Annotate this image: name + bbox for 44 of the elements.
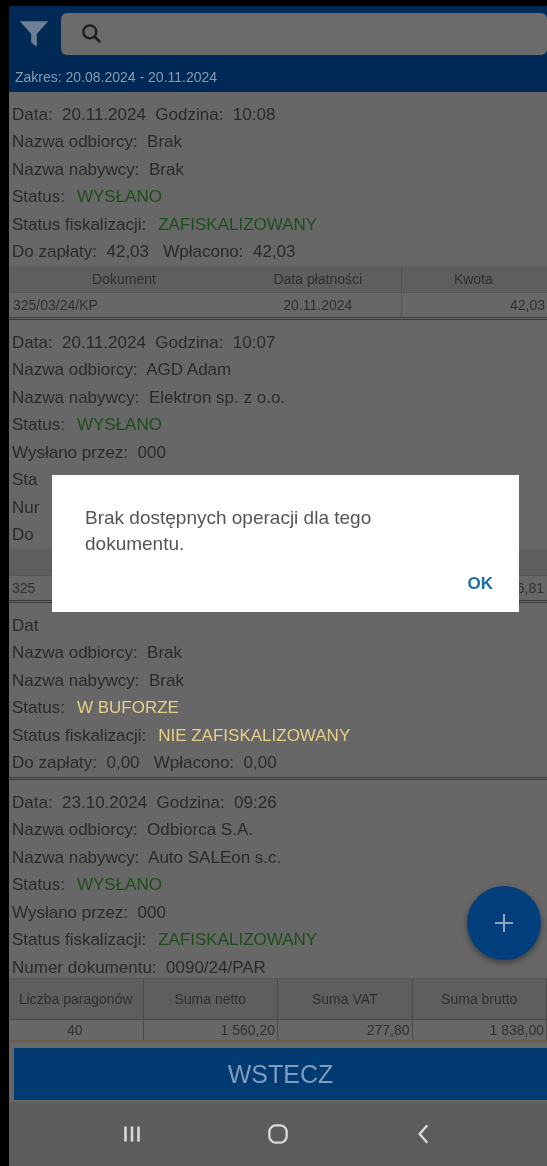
field-label: Nazwa odbiorcy: Brak — [12, 643, 183, 664]
field-label: Wysłano przez: 000 — [12, 902, 166, 923]
field-label: Data: 23.10.2024 Godzina: 09:26 — [12, 792, 277, 813]
field-label: Nazwa nabywcy: Brak — [12, 670, 184, 691]
field-label: Nazwa nabywcy: Auto SALEon s.c. — [12, 847, 282, 868]
home-icon[interactable] — [265, 1121, 291, 1147]
field-label: Status fiskalizacji: — [12, 930, 147, 951]
field-label: Status: — [12, 415, 65, 436]
search-field[interactable] — [61, 13, 547, 55]
back-button[interactable]: WSTECZ — [14, 1048, 547, 1100]
field-label: Nur — [12, 497, 40, 518]
field-label: Nazwa nabywcy: Brak — [12, 159, 184, 180]
date-range-text: Zakres: 20.08.2024 - 20.11.2024 — [15, 69, 218, 85]
field-label: Nazwa odbiorcy: Brak — [12, 132, 183, 153]
field-label: Do zapłaty: 42,03 Wpłacono: 42,03 — [12, 242, 296, 263]
table-cell: 1 560,20 — [143, 1019, 278, 1040]
add-button[interactable] — [467, 886, 541, 960]
status-value: NIE ZAFISKALIZOWANY — [158, 725, 351, 746]
field-label: Status: — [12, 187, 65, 208]
field-label: Dat — [12, 615, 39, 636]
status-value: WYSŁANO — [76, 875, 162, 896]
status-value: ZAFISKALIZOWANY — [158, 930, 318, 951]
field-label: Nazwa nabywcy: Elektron sp. z o.o. — [12, 387, 286, 408]
status-value: ZAFISKALIZOWANY — [158, 214, 318, 235]
field-label: Wysłano przez: 000 — [12, 442, 166, 463]
field-label: Data: 20.11.2024 Godzina: 10:07 — [12, 332, 276, 353]
field-label: Nazwa odbiorcy: AGD Adam — [12, 360, 232, 381]
field-label: Data: 20.11.2024 Godzina: 10:08 — [12, 104, 276, 125]
status-value: W BUFORZE — [76, 698, 179, 719]
field-label: Nazwa odbiorcy: Odbiorca S.A. — [12, 820, 253, 841]
dialog-message: Brak dostępnych operacji dla tego dokumentu. — [85, 506, 373, 556]
field-label: Do — [12, 525, 34, 546]
table-cell: 20.11.2024 — [234, 293, 402, 317]
field-label: Status fiskalizacji: — [12, 725, 147, 746]
field-label: Status: — [12, 875, 65, 896]
status-value: WYSŁANO — [76, 415, 162, 436]
field-label: Status fiskalizacji: — [12, 214, 147, 235]
ok-button[interactable]: OK — [461, 573, 499, 595]
field-label: Numer dokumentu: 0090/24/PAR — [12, 957, 266, 978]
plus-icon — [492, 911, 516, 935]
field-label: Status: — [12, 698, 65, 719]
field-label: Do zapłaty: 0,00 Wpłacono: 0,00 — [12, 753, 277, 774]
field-label: Sta — [12, 470, 38, 491]
status-value: WYSŁANO — [76, 187, 162, 208]
